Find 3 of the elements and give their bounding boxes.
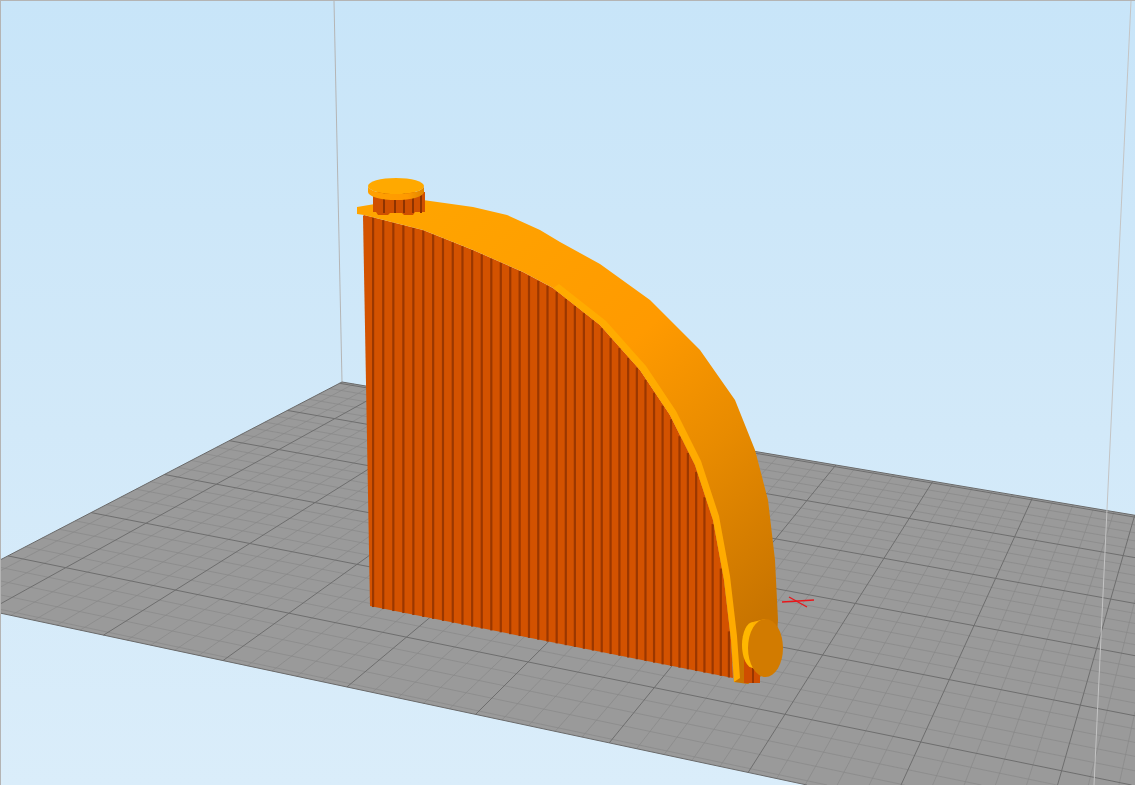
origin-marker-icon: [781, 596, 815, 608]
top-peg: [368, 178, 425, 215]
end-peg: [742, 619, 783, 683]
